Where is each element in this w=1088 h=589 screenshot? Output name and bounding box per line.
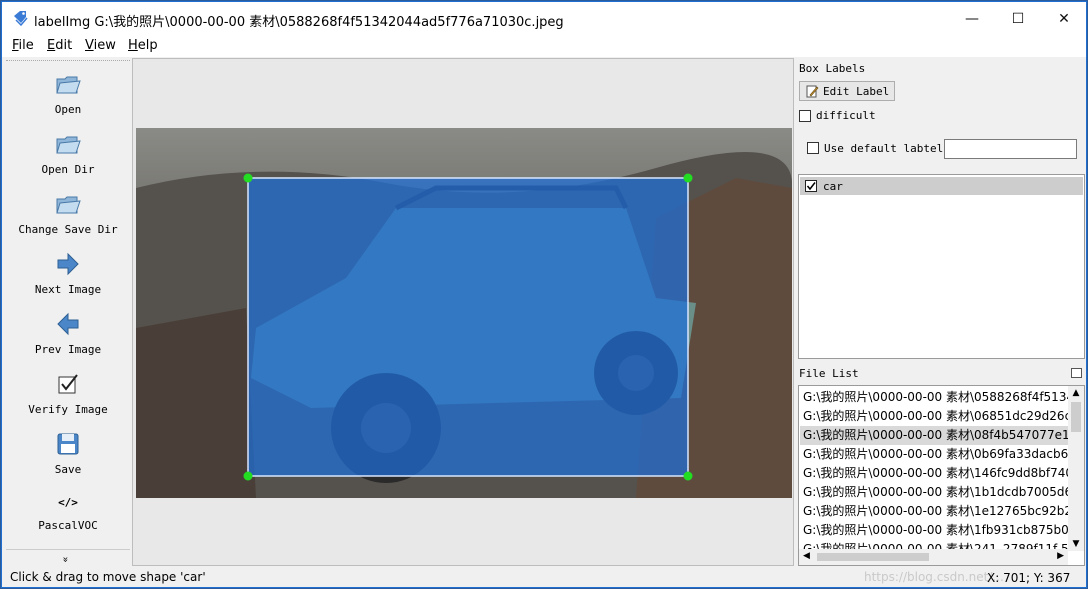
tag-icon [14,11,28,26]
status-message: Click & drag to move shape 'car' [10,570,206,584]
next-image-button[interactable]: Next Image [6,251,130,296]
open-label: Open [54,103,82,116]
save-label: Save [54,463,82,476]
prev-image-button[interactable]: Prev Image [6,311,130,356]
file-list[interactable]: G:\我的照片\0000-00-00 素材\0588268f4f51342 G:\… [798,385,1085,566]
file-list-item[interactable]: G:\我的照片\0000-00-00 素材\06851dc29d26c3 [803,407,1068,426]
menu-help[interactable]: Help [128,38,158,53]
format-button[interactable]: </> PascalVOC [6,493,130,532]
menu-file-label: ile [18,38,34,53]
arrow-right-icon [57,252,79,276]
file-list-horizontal-scrollbar[interactable]: ◀ ▶ [799,549,1068,565]
verify-image-label: Verify Image [28,403,108,416]
bbox-vertex-top-left[interactable] [243,173,253,183]
horizontal-scroll-thumb[interactable] [817,553,929,561]
file-list-item[interactable]: G:\我的照片\0000-00-00 素材\1b1dcdb7005d6 [803,483,1068,502]
verify-image-button[interactable]: Verify Image [6,371,130,416]
scroll-down-icon[interactable]: ▼ [1068,537,1084,551]
edit-icon [806,85,819,97]
file-list-title: File List [799,367,859,380]
use-default-label-checkbox[interactable] [807,142,819,154]
menu-view-mnemonic: V [85,38,94,53]
menu-view[interactable]: View [85,38,116,53]
next-image-label: Next Image [34,283,102,296]
change-save-dir-label: Change Save Dir [18,223,118,236]
bounding-box-car[interactable] [247,177,689,477]
toolbar-separator [6,549,130,550]
labelimg-window: labelImg G:\我的照片\0000-00-00 素材\0588268f4… [1,1,1087,588]
label-list-item[interactable]: car [800,177,1083,195]
status-bar: Click & drag to move shape 'car' https:/… [2,567,1086,587]
folder-open-icon [56,136,81,154]
save-button[interactable]: Save [6,431,130,476]
label-list[interactable]: car [798,174,1085,359]
floppy-disk-icon [57,433,79,455]
prev-image-label: Prev Image [34,343,102,356]
file-list-item[interactable]: G:\我的照片\0000-00-00 素材\1e12765bc92b2 [803,502,1068,521]
menu-view-label: iew [93,38,116,53]
open-button[interactable]: Open [6,71,130,116]
file-list-vertical-scrollbar[interactable]: ▲ ▼ [1068,386,1084,551]
menu-edit-mnemonic: E [47,38,56,53]
menu-help-label: elp [137,38,158,53]
difficult-label: difficult [816,109,876,122]
folder-open-icon [56,76,81,94]
menu-bar: File Edit View Help [2,35,1086,57]
folder-open-icon [56,196,81,214]
toolbar: Open Open Dir Change Save Dir Next Image [6,60,130,567]
scroll-right-icon[interactable]: ▶ [1057,551,1064,561]
bbox-vertex-bottom-left[interactable] [243,471,253,481]
rocky-ground-left [136,308,256,498]
open-dir-label: Open Dir [41,163,95,176]
image-canvas[interactable] [132,58,794,566]
close-button[interactable]: ✕ [1041,2,1086,35]
difficult-checkbox[interactable] [799,110,811,122]
use-default-label-text: Use default labtel [824,142,944,155]
window-title: labelImg G:\我的照片\0000-00-00 素材\0588268f4… [34,15,564,30]
box-labels-title: Box Labels [799,62,866,75]
file-list-item[interactable]: G:\我的照片\0000-00-00 素材\0b69fa33dacb6f [803,445,1068,464]
arrow-left-icon [57,312,79,336]
change-save-dir-button[interactable]: Change Save Dir [6,191,130,236]
file-list-item[interactable]: G:\我的照片\0000-00-00 素材\146fc9dd8bf740 [803,464,1068,483]
scroll-up-icon[interactable]: ▲ [1068,386,1084,400]
label-name: car [823,180,843,193]
annotated-photo[interactable] [136,128,792,498]
edit-label-button[interactable]: Edit Label [799,81,895,101]
file-list-item[interactable]: G:\我的照片\0000-00-00 素材\08f4b547077e1f [800,426,1068,445]
menu-file[interactable]: File [12,38,34,53]
menu-help-mnemonic: H [128,38,138,53]
title-bar: labelImg G:\我的照片\0000-00-00 素材\0588268f4… [2,2,1086,35]
watermark-text: https://blog.csdn.net/... [864,570,1004,584]
scroll-left-icon[interactable]: ◀ [803,551,810,561]
file-list-item[interactable]: G:\我的照片\0000-00-00 素材\0588268f4f51342 [803,388,1068,407]
code-icon: </> [58,496,78,509]
bbox-vertex-top-right[interactable] [683,173,693,183]
default-label-input[interactable] [944,139,1077,159]
checkmark-icon [806,182,816,191]
edit-label-text: Edit Label [823,84,890,98]
vertical-scroll-thumb[interactable] [1071,402,1081,432]
bbox-vertex-bottom-right[interactable] [683,471,693,481]
maximize-button[interactable]: ☐ [995,2,1041,35]
open-dir-button[interactable]: Open Dir [6,131,130,176]
file-list-item[interactable]: G:\我的照片\0000-00-00 素材\1fb931cb875b02 [803,521,1068,540]
cursor-coordinates: X: 701; Y: 367 [987,571,1071,585]
undock-icon[interactable] [1071,368,1082,378]
toolbar-more-chevron-icon[interactable]: » [60,556,71,562]
menu-edit[interactable]: Edit [47,38,72,53]
checkbox-icon [58,374,78,394]
minimize-button[interactable]: — [949,2,995,35]
menu-edit-label: dit [55,38,73,53]
label-visible-checkbox[interactable] [805,180,817,192]
format-label: PascalVOC [38,519,98,532]
